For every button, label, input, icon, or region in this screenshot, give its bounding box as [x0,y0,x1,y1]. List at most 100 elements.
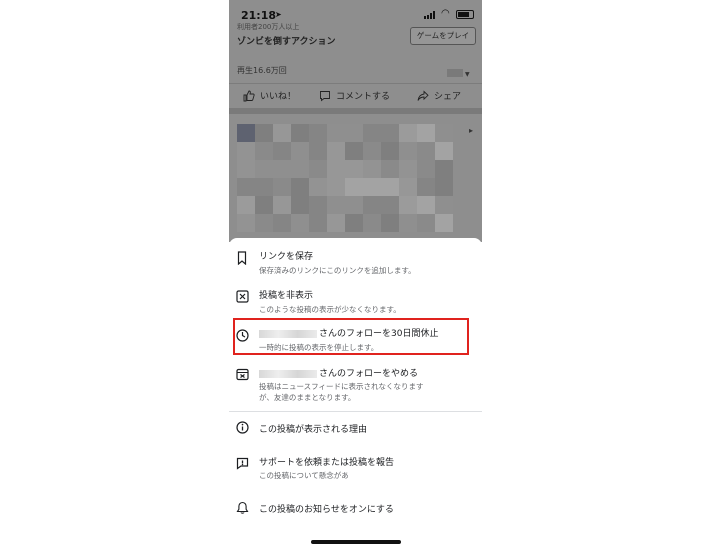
mosaic-tile [255,124,273,142]
mosaic-tile [399,160,417,178]
signal-icon [424,11,435,19]
mosaic-tile [345,196,363,214]
wifi-icon: ◠ [441,8,450,19]
thumbs-up-icon [243,90,255,101]
action-sheet: リンクを保存 保存済みのリンクにこのリンクを追加します。 投稿を非表示 このよう… [229,238,482,550]
mosaic-tile [399,142,417,160]
mosaic-tile [309,196,327,214]
mosaic-tile [381,196,399,214]
mosaic-tile [381,124,399,142]
info-icon [236,421,249,434]
mosaic-tile [435,196,453,214]
like-button[interactable]: いいね！ [243,89,296,102]
post-separator [229,108,482,114]
mosaic-tile [327,160,345,178]
mosaic-tile [327,178,345,196]
mosaic-tile [381,178,399,196]
unfollow-title: さんのフォローをやめる [259,366,418,379]
mosaic-tile [363,142,381,160]
menu-item-hide-post[interactable]: 投稿を非表示 このような投稿の表示が少なくなります。 [229,284,482,320]
mosaic-tile [381,160,399,178]
mosaic-tile [273,178,291,196]
mosaic-tile [291,178,309,196]
mosaic-tile [363,160,381,178]
mosaic-tile [417,196,435,214]
share-button[interactable]: シェア [417,89,461,102]
phone-screen: 利用者200万人以上 ゾンビを倒すアクション ゲームをプレイ 再生16.6万回 … [229,0,482,550]
mosaic-tile [309,214,327,232]
mosaic-tile [309,124,327,142]
unfollow-subtitle-line1: 投稿はニュースフィードに表示されなくなります [259,382,424,391]
why-seeing-title: この投稿が表示される理由 [259,425,368,435]
mosaic-tile [345,142,363,160]
mosaic-tile [363,214,381,232]
mosaic-tile [273,142,291,160]
mosaic-tile [363,124,381,142]
mosaic-tile [291,214,309,232]
mosaic-tile [237,214,255,232]
mosaic-tile [237,124,255,142]
bell-icon [236,501,249,514]
mosaic-tile [255,214,273,232]
mosaic-tile [309,160,327,178]
location-arrow-icon: ➤ [275,10,282,19]
more-icon[interactable]: ▸ [469,126,473,135]
view-count: 再生16.6万回 [237,66,287,75]
menu-item-report[interactable]: サポートを依頼または投稿を報告 この投稿について懸念があ [229,452,482,484]
mosaic-tile [345,214,363,232]
menu-divider [229,411,482,412]
blurred-name [259,369,317,378]
mosaic-tile [345,178,363,196]
bookmark-icon [237,251,247,265]
mosaic-tile [273,214,291,232]
audience-selector[interactable] [447,69,463,77]
mosaic-tile [255,160,273,178]
mosaic-tile [237,196,255,214]
battery-icon [456,10,474,19]
highlight-box [233,318,469,355]
comment-icon [320,90,330,101]
mosaic-tile [435,142,453,160]
comment-label: コメントする [336,92,391,102]
mosaic-tile [435,178,453,196]
mosaic-tile [345,160,363,178]
mosaic-tile [327,196,345,214]
chevron-down-icon: ▼ [465,71,470,78]
divider [229,83,482,84]
report-icon [236,457,249,470]
mosaic-tile [327,124,345,142]
mosaic-tile [381,142,399,160]
save-link-subtitle: 保存済みのリンクにこのリンクを追加します。 [259,266,416,275]
mosaic-tile [435,124,453,142]
status-time: 21:18 [241,9,277,22]
mosaic-tile [399,196,417,214]
menu-item-why-seeing[interactable]: この投稿が表示される理由 [229,418,482,440]
mosaic-tile [327,214,345,232]
hide-x-icon [236,290,249,303]
unfollow-icon [236,368,249,381]
mosaic-tile [237,142,255,160]
unfollow-title-text: さんのフォローをやめる [319,369,419,379]
like-label: いいね！ [260,92,297,102]
mosaic-tile [417,160,435,178]
mosaic-tile [363,196,381,214]
mosaic-tile [273,160,291,178]
menu-item-unfollow[interactable]: さんのフォローをやめる 投稿はニュースフィードに表示されなくなります が、友達の… [229,362,482,408]
status-bar: 21:18 ➤ ◠ [229,0,482,30]
dimmed-background: 利用者200万人以上 ゾンビを倒すアクション ゲームをプレイ 再生16.6万回 … [229,0,482,242]
report-subtitle: この投稿について懸念があ [259,471,349,480]
mosaic-tile [435,160,453,178]
mosaic-tile [363,178,381,196]
mosaic-tile [381,214,399,232]
pixelated-post-content [237,124,453,232]
save-link-title: リンクを保存 [259,252,314,262]
mosaic-tile [291,196,309,214]
report-title: サポートを依頼または投稿を報告 [259,458,395,468]
menu-item-save-link[interactable]: リンクを保存 保存済みのリンクにこのリンクを追加します。 [229,246,482,282]
mosaic-tile [273,196,291,214]
mosaic-tile [255,142,273,160]
menu-item-notifications[interactable]: この投稿のお知らせをオンにする [229,498,482,520]
hide-post-subtitle: このような投稿の表示が少なくなります。 [259,305,401,314]
comment-button[interactable]: コメントする [319,89,390,102]
mosaic-tile [327,142,345,160]
